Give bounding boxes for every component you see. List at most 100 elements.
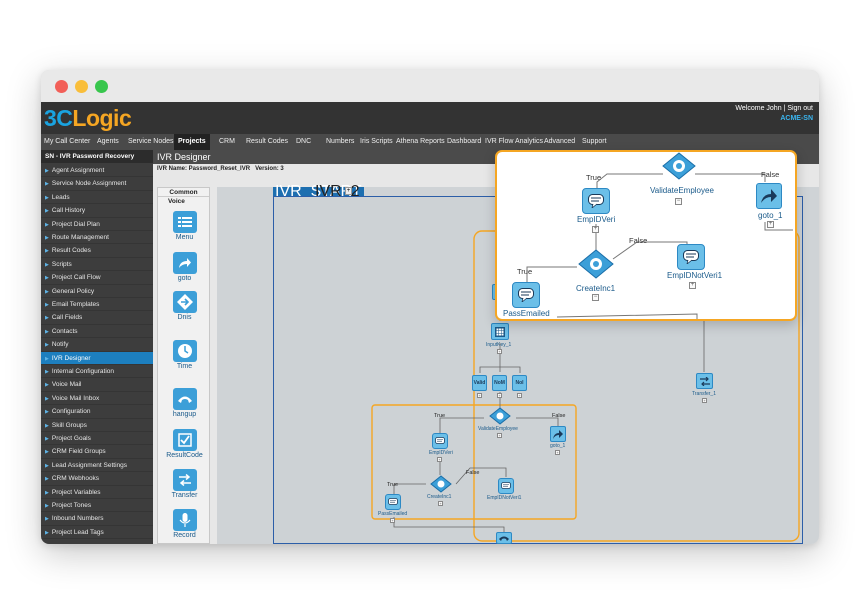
chevron-right-icon: ▶ — [45, 409, 49, 416]
nav-ivr-flow-analytics[interactable]: IVR Flow Analytics — [485, 134, 543, 150]
node-inputkey[interactable] — [491, 323, 509, 340]
node-validate-add[interactable]: + — [497, 433, 502, 438]
node-nom-add[interactable]: + — [497, 393, 502, 398]
minimize-dot[interactable] — [75, 80, 88, 93]
sidebar-item-general-policy[interactable]: ▶ General Policy — [41, 285, 153, 298]
zoom-validate-node[interactable] — [662, 152, 696, 180]
zoom-validate-add[interactable]: − — [675, 198, 682, 205]
chevron-right-icon: ▶ — [45, 449, 49, 456]
palette-menu[interactable]: Menu — [158, 211, 211, 241]
maximize-dot[interactable] — [95, 80, 108, 93]
zoom-empnotverify-node[interactable] — [677, 244, 705, 270]
sidebar-item-lead-assignment-settings[interactable]: ▶ Lead Assignment Settings — [41, 459, 153, 473]
sidebar-item-voice-mail-inbox[interactable]: ▶ Voice Mail Inbox — [41, 392, 153, 406]
node-empnotverify[interactable] — [498, 478, 514, 494]
sidebar-item-crm-webhooks[interactable]: ▶ CRM Webhooks — [41, 472, 153, 486]
sidebar-item-project-variables[interactable]: ▶ Project Variables — [41, 486, 153, 499]
sidebar-item-contacts[interactable]: ▶ Contacts — [41, 325, 153, 339]
sidebar-item-inbound-numbers[interactable]: ▶ Inbound Numbers — [41, 512, 153, 526]
welcome-text: Welcome John | — [735, 105, 786, 112]
palette-record[interactable]: Record — [158, 509, 211, 539]
palette-hangup[interactable]: hangup — [158, 388, 211, 418]
sidebar-item-project-dial-plan[interactable]: ▶ Project Dial Plan — [41, 218, 153, 231]
sidebar-item-route-management[interactable]: ▶ Route Management — [41, 231, 153, 245]
nav-my-call-center[interactable]: My Call Center — [44, 134, 90, 150]
sidebar-item-project-goals[interactable]: ▶ Project Goals — [41, 432, 153, 446]
node-noi[interactable]: NoI — [512, 375, 527, 391]
sidebar-item-ivr-designer[interactable]: ▶ IVR Designer — [41, 351, 153, 365]
palette-resultcode[interactable]: ResultCode — [158, 429, 211, 459]
nav-athena-reports[interactable]: Athena Reports — [396, 134, 445, 150]
node-noi-add[interactable]: + — [517, 393, 522, 398]
node-goto-add[interactable]: + — [555, 450, 560, 455]
tab-ivr-2[interactable]: IVR_2 — [313, 184, 361, 200]
speech-icon-3 — [388, 497, 398, 505]
node-goto[interactable] — [550, 426, 566, 442]
nav-dnc[interactable]: DNC — [296, 134, 311, 150]
nav-service-nodes[interactable]: Service Nodes — [128, 134, 174, 150]
sidebar-item-project-tones[interactable]: ▶ Project Tones — [41, 499, 153, 513]
nav-advanced[interactable]: Advanced — [544, 134, 575, 150]
node-createinc-add[interactable]: + — [438, 501, 443, 506]
sidebar-item-notify[interactable]: ▶ Notify — [41, 338, 153, 352]
zoom-createinc-node[interactable] — [578, 249, 614, 279]
nav-result-codes[interactable]: Result Codes — [246, 134, 288, 150]
sidebar-item-project-call-flow[interactable]: ▶ Project Call Flow — [41, 271, 153, 285]
sidebar-item-email-templates[interactable]: ▶ Email Templates — [41, 298, 153, 312]
sidebar-item-scripts[interactable]: ▶ Scripts — [41, 258, 153, 272]
palette-time[interactable]: Time — [158, 340, 211, 370]
node-valid[interactable]: Valid — [472, 375, 487, 391]
sidebar-item-label: Contacts — [51, 327, 78, 335]
node-hangup[interactable] — [496, 532, 512, 544]
nav-dashboard[interactable]: Dashboard — [447, 134, 481, 150]
palette-dnis[interactable]: Dnis — [158, 291, 211, 321]
node-passemailed[interactable] — [385, 494, 401, 510]
palette-goto[interactable]: goto — [158, 252, 211, 282]
node-validate[interactable] — [489, 407, 511, 425]
node-transfer-add[interactable]: + — [702, 398, 707, 403]
nav-projects[interactable]: Projects — [174, 134, 210, 150]
node-empverify-add[interactable]: + — [437, 457, 442, 462]
sidebar-item-service-node-assignment[interactable]: ▶ Service Node Assignment — [41, 177, 153, 191]
sidebar-item-leads[interactable]: ▶ Leads — [41, 191, 153, 205]
nav-iris-scripts[interactable]: Iris Scripts — [360, 134, 393, 150]
zoom-goto-add[interactable]: + — [767, 221, 774, 228]
node-nom[interactable]: NoM — [492, 375, 507, 391]
node-empverify[interactable] — [432, 433, 448, 449]
nav-numbers[interactable]: Numbers — [326, 134, 354, 150]
sidebar-item-label: Email Templates — [51, 301, 100, 308]
zoom-goto-node[interactable] — [756, 183, 782, 209]
sidebar-item-skill-groups[interactable]: ▶ Skill Groups — [41, 419, 153, 432]
node-createinc[interactable] — [430, 475, 452, 493]
nav-agents[interactable]: Agents — [97, 134, 119, 150]
signout-link[interactable]: Sign out — [787, 105, 813, 112]
sidebar-item-internal-configuration[interactable]: ▶ Internal Configuration — [41, 365, 153, 379]
palette-transfer[interactable]: Transfer — [158, 469, 211, 499]
chevron-right-icon: ▶ — [45, 181, 49, 188]
node-inputkey-add[interactable]: + — [497, 349, 502, 354]
sidebar-item-call-history[interactable]: ▶ Call History — [41, 204, 153, 218]
zoom-empverify-add[interactable]: + — [592, 226, 599, 233]
sidebar-item-voice-mail[interactable]: ▶ Voice Mail — [41, 378, 153, 392]
node-passemailed-add[interactable]: + — [390, 518, 395, 523]
add-tab-button[interactable]: + — [345, 187, 352, 195]
node-valid-add[interactable]: + — [477, 393, 482, 398]
sidebar-item-crm-field-groups[interactable]: ▶ CRM Field Groups — [41, 445, 153, 459]
zoom-empverify-node[interactable] — [582, 188, 610, 214]
sidebar-item-agent-assignment[interactable]: ▶ Agent Assignment — [41, 164, 153, 178]
sidebar-item-call-fields[interactable]: ▶ Call Fields — [41, 311, 153, 325]
chevron-right-icon: ▶ — [45, 503, 49, 509]
sidebar-item-label: Scripts — [51, 260, 72, 268]
app-logo[interactable]: 3CLogic — [44, 105, 132, 132]
node-transfer[interactable] — [696, 373, 713, 389]
nav-crm[interactable]: CRM — [219, 134, 235, 150]
close-dot[interactable] — [55, 80, 68, 93]
sidebar-item-project-lead-tags[interactable]: ▶ Project Lead Tags — [41, 526, 153, 540]
nav-support[interactable]: Support — [582, 134, 607, 150]
sidebar-item-configuration[interactable]: ▶ Configuration — [41, 405, 153, 419]
zoom-createinc-add[interactable]: − — [592, 294, 599, 301]
zoom-empnotverify-add[interactable]: + — [689, 282, 696, 289]
sidebar-item-result-codes[interactable]: ▶ Result Codes — [41, 244, 153, 258]
window-chrome — [41, 70, 819, 102]
zoom-passemailed-node[interactable] — [512, 282, 540, 308]
